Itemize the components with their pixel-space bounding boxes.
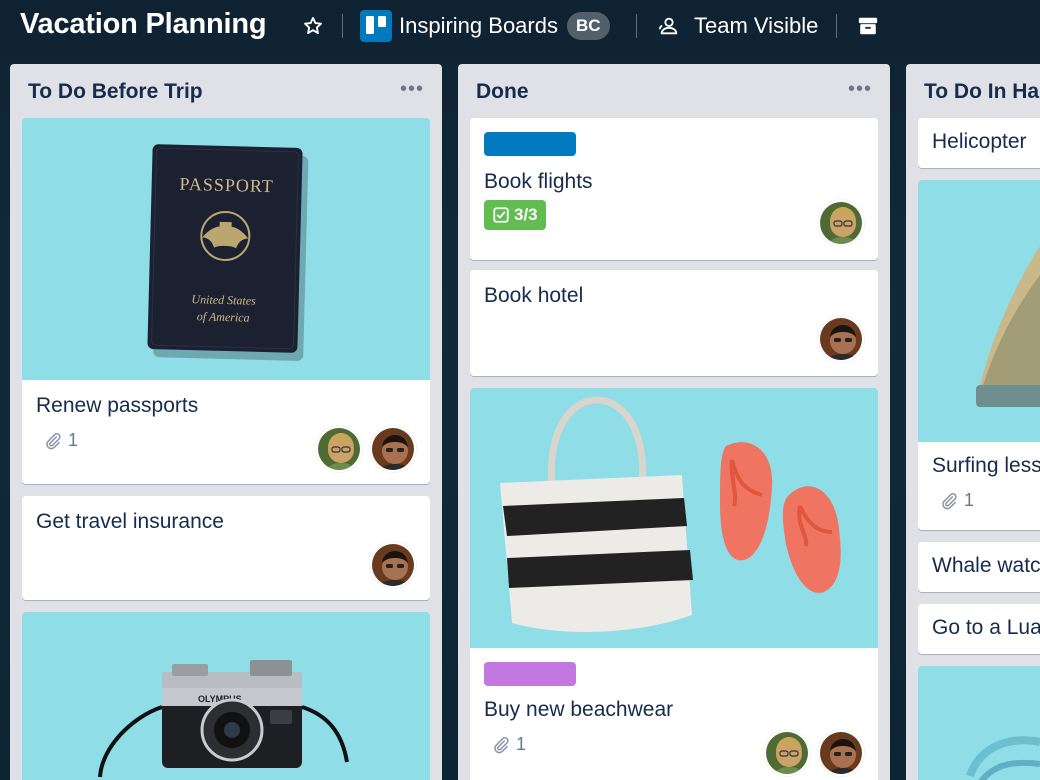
card-buy-new-beachwear[interactable]: Buy new beachwear 1 bbox=[470, 388, 878, 780]
attachment-badge: 1 bbox=[492, 734, 526, 755]
attachment-badge: 1 bbox=[940, 490, 974, 511]
card-label-blue[interactable] bbox=[484, 132, 576, 156]
list-to-do-before-trip: To Do Before Trip ••• PASSPORT United St… bbox=[10, 64, 442, 780]
member-avatar-woman[interactable] bbox=[818, 200, 864, 246]
board-header: Vacation Planning Inspiring Boards BC Te… bbox=[0, 0, 1040, 54]
member-avatar-woman[interactable] bbox=[316, 426, 362, 472]
archive-button[interactable] bbox=[854, 12, 882, 40]
camera-cover-image: OLYMPUS bbox=[22, 612, 430, 780]
beachwear-cover-image bbox=[470, 388, 878, 648]
attachment-badge: 1 bbox=[44, 430, 78, 451]
header-divider bbox=[342, 14, 343, 38]
attachment-count: 1 bbox=[964, 490, 975, 510]
trello-logo-icon bbox=[360, 10, 392, 42]
list-title[interactable]: To Do In Ha bbox=[924, 80, 1039, 104]
card-title: Whale watc bbox=[932, 554, 1040, 577]
svg-text:of America: of America bbox=[197, 309, 250, 324]
list-menu-button[interactable]: ••• bbox=[848, 78, 872, 101]
card-title: Surfing less bbox=[932, 454, 1040, 477]
card-renew-passports[interactable]: PASSPORT United States of America Renew … bbox=[22, 118, 430, 484]
card-book-hotel[interactable]: Book hotel bbox=[470, 270, 878, 376]
checklist-count: 3/3 bbox=[514, 205, 538, 224]
card-title: Book flights bbox=[484, 170, 593, 193]
team-icon bbox=[658, 17, 678, 35]
card-camera[interactable]: OLYMPUS bbox=[22, 612, 430, 780]
archive-icon bbox=[858, 17, 878, 35]
member-avatar-man[interactable] bbox=[818, 316, 864, 362]
paperclip-icon bbox=[494, 736, 509, 753]
card-book-flights[interactable]: Book flights 3/3 bbox=[470, 118, 878, 260]
member-avatar-man[interactable] bbox=[818, 730, 864, 776]
star-icon bbox=[304, 17, 322, 34]
star-board-button[interactable] bbox=[300, 12, 326, 40]
card-label-purple[interactable] bbox=[484, 662, 576, 686]
attachment-count: 1 bbox=[516, 734, 527, 754]
card-title: Book hotel bbox=[484, 284, 584, 307]
card-surfing-lessons[interactable]: Surfing less 1 bbox=[918, 180, 1040, 530]
list-to-do-in-hawaii: To Do In Ha Helicopter Surfing less 1 Wh… bbox=[906, 64, 1040, 780]
card-title: Helicopter bbox=[932, 130, 1027, 153]
svg-text:United States: United States bbox=[191, 292, 256, 308]
card-title: Renew passports bbox=[36, 394, 199, 417]
member-avatar-man[interactable] bbox=[370, 542, 416, 588]
card-whale-watching[interactable]: Whale watc bbox=[918, 542, 1040, 592]
card-title: Buy new beachwear bbox=[484, 698, 674, 721]
header-divider bbox=[636, 14, 637, 38]
visibility-label: Team Visible bbox=[694, 13, 819, 38]
board-title[interactable]: Vacation Planning bbox=[20, 8, 267, 41]
header-divider bbox=[836, 14, 837, 38]
card-cover-next[interactable] bbox=[918, 666, 1040, 780]
more-icon: ••• bbox=[847, 78, 872, 100]
member-avatar-woman[interactable] bbox=[764, 730, 810, 776]
team-button[interactable]: Inspiring Boards BC bbox=[360, 9, 610, 43]
list-title[interactable]: Done bbox=[476, 80, 529, 104]
card-title: Go to a Lua bbox=[932, 616, 1040, 639]
visibility-button[interactable]: Team Visible bbox=[658, 10, 818, 42]
team-name: Inspiring Boards bbox=[399, 13, 558, 38]
svg-text:PASSPORT: PASSPORT bbox=[179, 174, 274, 196]
wave-cover-image bbox=[918, 666, 1040, 780]
checkbox-icon bbox=[493, 207, 509, 223]
card-get-travel-insurance[interactable]: Get travel insurance bbox=[22, 496, 430, 600]
list-title[interactable]: To Do Before Trip bbox=[28, 80, 203, 104]
card-go-to-a-luau[interactable]: Go to a Lua bbox=[918, 604, 1040, 654]
team-badge: BC bbox=[566, 12, 610, 40]
attachment-count: 1 bbox=[68, 430, 79, 450]
more-icon: ••• bbox=[399, 78, 424, 100]
member-avatar-man[interactable] bbox=[370, 426, 416, 472]
surfboard-cover-image bbox=[918, 180, 1040, 442]
list-done: Done ••• Book flights 3/3 Book hotel Buy… bbox=[458, 64, 890, 780]
card-title: Get travel insurance bbox=[36, 510, 224, 533]
passport-cover-image: PASSPORT United States of America bbox=[22, 118, 430, 380]
checklist-badge: 3/3 bbox=[484, 200, 546, 230]
paperclip-icon bbox=[942, 492, 957, 509]
paperclip-icon bbox=[46, 432, 61, 449]
card-helicopter[interactable]: Helicopter bbox=[918, 118, 1040, 168]
list-menu-button[interactable]: ••• bbox=[400, 78, 424, 101]
